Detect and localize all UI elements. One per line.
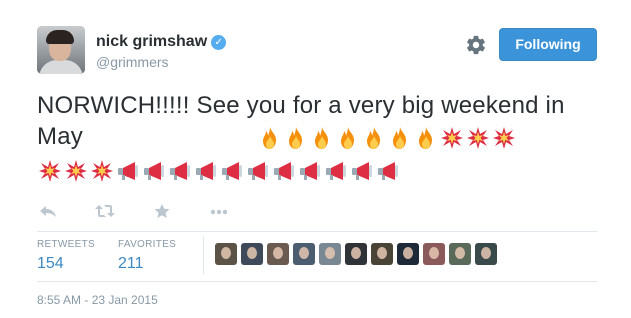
avatar[interactable] (37, 26, 85, 74)
favoriter-face (247, 247, 257, 259)
fire-emoji (257, 124, 283, 152)
favoriter-avatar[interactable] (423, 243, 445, 265)
emoji-row-1 (257, 124, 517, 152)
fire-emoji (283, 124, 309, 152)
favoriter-avatar[interactable] (449, 243, 471, 265)
tweet-actions (37, 203, 265, 219)
favoriter-avatar[interactable] (215, 243, 237, 265)
collision-emoji (439, 124, 465, 152)
megaphone-emoji (167, 157, 193, 185)
tweet-timestamp[interactable]: 8:55 AM - 23 Jan 2015 (37, 293, 158, 307)
stats-top-divider (37, 231, 597, 232)
megaphone-emoji (141, 157, 167, 185)
favoriter-face (403, 247, 413, 259)
favoriter-face (377, 247, 387, 259)
retweets-label: RETWEETS (37, 239, 95, 250)
favoriter-face (325, 247, 335, 259)
collision-emoji (465, 124, 491, 152)
favoriter-avatar[interactable] (475, 243, 497, 265)
megaphone-emoji (323, 157, 349, 185)
collision-emoji (491, 124, 517, 152)
emoji-row-2 (37, 157, 401, 185)
stats-bottom-divider (37, 281, 597, 282)
megaphone-emoji (115, 157, 141, 185)
avatar-hair (46, 30, 74, 44)
megaphone-emoji (193, 157, 219, 185)
favoriter-avatar[interactable] (241, 243, 263, 265)
stats-separator (203, 236, 204, 274)
retweets-count[interactable]: 154 (37, 254, 95, 274)
favoriter-face (481, 247, 491, 259)
favoriter-face (455, 247, 465, 259)
megaphone-emoji (219, 157, 245, 185)
favorite-icon[interactable] (151, 203, 173, 219)
favorites-stat[interactable]: FAVORITES 211 (118, 239, 176, 274)
favoriter-avatar[interactable] (293, 243, 315, 265)
collision-emoji (89, 157, 115, 185)
display-name[interactable]: nick grimshaw (96, 33, 207, 51)
favorites-count[interactable]: 211 (118, 254, 176, 274)
favoriter-avatar[interactable] (267, 243, 289, 265)
favoriter-avatar[interactable] (345, 243, 367, 265)
following-button[interactable]: Following (499, 28, 597, 61)
favoriter-face (299, 247, 309, 259)
fire-emoji (387, 124, 413, 152)
favorites-label: FAVORITES (118, 239, 177, 250)
collision-emoji (37, 157, 63, 185)
retweet-icon[interactable] (94, 203, 116, 219)
more-icon[interactable] (208, 203, 230, 219)
megaphone-emoji (271, 157, 297, 185)
user-info: nick grimshaw ✓ @grimmers (96, 33, 227, 71)
collision-emoji (63, 157, 89, 185)
fire-emoji (413, 124, 439, 152)
favoriter-avatar[interactable] (319, 243, 341, 265)
favoriter-avatars (215, 243, 501, 265)
favoriter-face (429, 247, 439, 259)
fire-emoji (309, 124, 335, 152)
fire-emoji (361, 124, 387, 152)
favoriter-avatar[interactable] (371, 243, 393, 265)
gear-icon[interactable] (465, 34, 487, 56)
favoriter-face (273, 247, 283, 259)
reply-icon[interactable] (37, 203, 59, 219)
verified-badge-icon: ✓ (211, 34, 227, 50)
favoriter-face (351, 247, 361, 259)
fire-emoji (335, 124, 361, 152)
retweets-stat[interactable]: RETWEETS 154 (37, 239, 95, 274)
megaphone-emoji (375, 157, 401, 185)
megaphone-emoji (297, 157, 323, 185)
megaphone-emoji (349, 157, 375, 185)
favoriter-face (221, 247, 231, 259)
username[interactable]: @grimmers (96, 53, 226, 71)
megaphone-emoji (245, 157, 271, 185)
favoriter-avatar[interactable] (397, 243, 419, 265)
display-name-row[interactable]: nick grimshaw ✓ (96, 33, 227, 51)
